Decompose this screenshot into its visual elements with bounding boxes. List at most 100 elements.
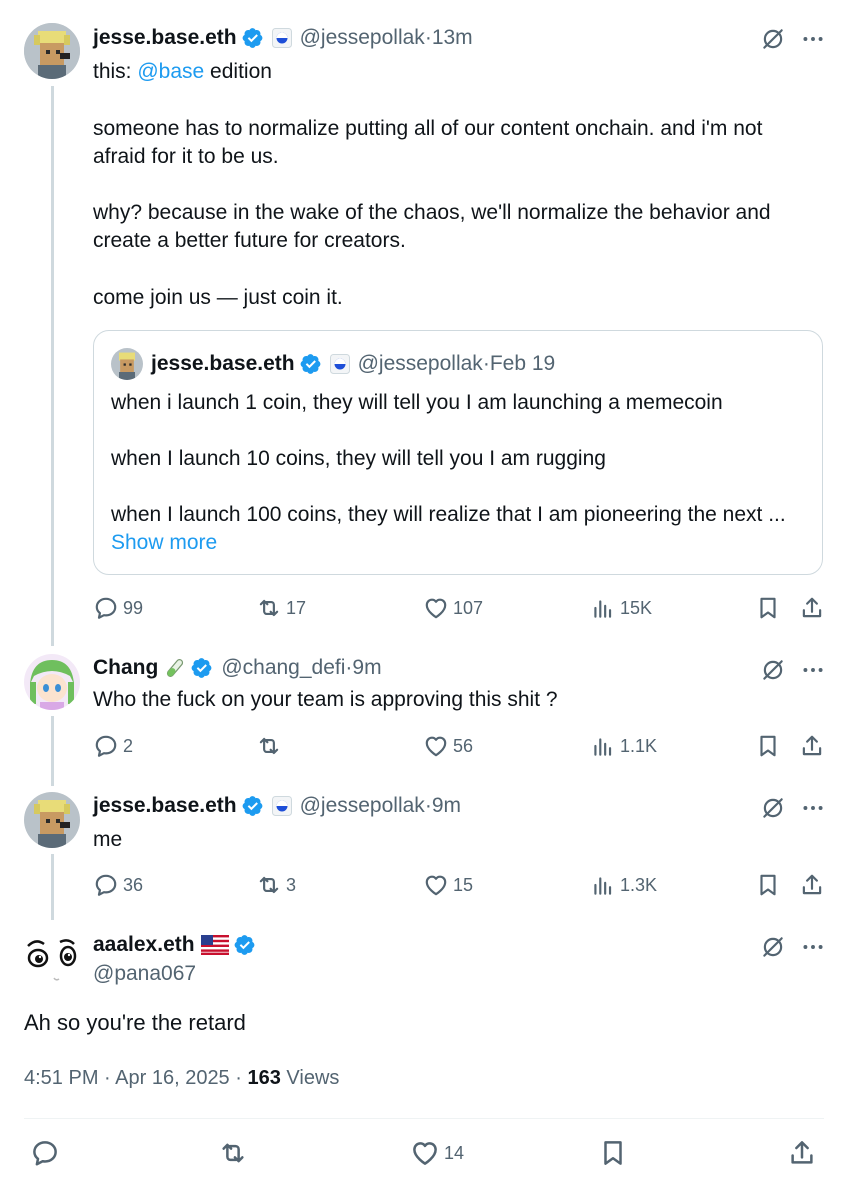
tweet-paragraph: someone has to normalize putting all of … bbox=[93, 117, 763, 168]
handle[interactable]: @chang_defi bbox=[221, 656, 345, 680]
repost-icon bbox=[256, 872, 282, 898]
repost-icon[interactable] bbox=[218, 1138, 248, 1168]
reply-icon bbox=[93, 733, 119, 759]
intro-text: this: bbox=[93, 60, 138, 83]
tweet-text: Who the fuck on your team is approving t… bbox=[93, 688, 558, 711]
handle[interactable]: @jessepollak bbox=[300, 26, 425, 50]
views-icon bbox=[590, 872, 616, 898]
share-icon[interactable] bbox=[799, 872, 825, 898]
reply-icon[interactable] bbox=[30, 1138, 60, 1168]
tweet-header: jesse.base.eth @jessepollak · 9m bbox=[93, 794, 461, 818]
bookmark-icon[interactable] bbox=[598, 1138, 628, 1168]
tweet-header: jesse.base.eth @jessepollak · 13m bbox=[93, 26, 473, 50]
views-button[interactable]: 1.1K bbox=[590, 733, 657, 759]
verified-badge-icon bbox=[242, 795, 264, 817]
grok-icon[interactable] bbox=[760, 934, 786, 960]
mention-link[interactable]: @base bbox=[137, 60, 204, 83]
reply-count: 2 bbox=[123, 735, 134, 756]
views-label: Views bbox=[280, 1067, 340, 1089]
timestamp[interactable]: 4:51 PM · Apr 16, 2025 · bbox=[24, 1067, 247, 1089]
quote-timestamp: Feb 19 bbox=[489, 352, 556, 375]
like-button[interactable]: 107 bbox=[423, 595, 483, 621]
timestamp[interactable]: 9m bbox=[432, 794, 461, 818]
grok-icon[interactable] bbox=[760, 657, 786, 683]
reply-icon bbox=[93, 595, 119, 621]
like-count: 14 bbox=[444, 1142, 465, 1163]
verified-badge-icon bbox=[191, 657, 213, 679]
views-count: 163 bbox=[247, 1067, 281, 1089]
intro-text: edition bbox=[204, 60, 272, 83]
tweet-text: Ah so you're the retard bbox=[24, 1010, 246, 1035]
reply-count: 36 bbox=[123, 874, 144, 895]
quote-display-name: jesse.base.eth bbox=[151, 352, 295, 375]
verified-badge-icon bbox=[242, 27, 264, 49]
tweet-paragraph: why? because in the wake of the chaos, w… bbox=[93, 201, 771, 252]
tweet-text: me bbox=[93, 828, 123, 851]
share-icon[interactable] bbox=[787, 1138, 817, 1168]
tweet-header: Chang @chang_defi · 9m bbox=[93, 656, 382, 680]
verified-badge-icon bbox=[300, 353, 322, 375]
bookmark-icon[interactable] bbox=[755, 733, 781, 759]
repost-button[interactable]: 17 bbox=[256, 595, 306, 621]
timestamp[interactable]: 9m bbox=[352, 656, 381, 680]
repost-count: 3 bbox=[286, 874, 297, 895]
reply-button[interactable]: 36 bbox=[93, 872, 143, 898]
quote-line: when I launch 100 coins, they will reali… bbox=[111, 503, 786, 526]
separator: · bbox=[424, 26, 432, 49]
avatar[interactable] bbox=[24, 654, 80, 710]
repost-count: 17 bbox=[286, 597, 307, 618]
thread-line bbox=[51, 854, 54, 920]
tweet-paragraph: come join us — just coin it. bbox=[93, 286, 343, 309]
like-button[interactable]: 56 bbox=[423, 733, 473, 759]
grok-icon[interactable] bbox=[760, 26, 786, 52]
repost-button[interactable] bbox=[256, 733, 286, 759]
avatar[interactable] bbox=[24, 930, 80, 986]
like-icon bbox=[423, 872, 449, 898]
reply-button[interactable]: 2 bbox=[93, 733, 133, 759]
handle[interactable]: @pana067 bbox=[93, 962, 196, 986]
more-icon[interactable] bbox=[800, 657, 826, 683]
display-name[interactable]: Chang bbox=[93, 656, 158, 680]
reply-icon bbox=[93, 872, 119, 898]
handle[interactable]: @jessepollak bbox=[300, 794, 425, 818]
views-count: 15K bbox=[620, 597, 653, 618]
display-name[interactable]: jesse.base.eth bbox=[93, 26, 237, 50]
tweet-intro: this: @base edition bbox=[93, 58, 813, 86]
display-name[interactable]: jesse.base.eth bbox=[93, 794, 237, 818]
us-flag-icon bbox=[200, 935, 229, 955]
more-icon[interactable] bbox=[800, 934, 826, 960]
timestamp[interactable]: 13m bbox=[432, 26, 473, 50]
thread-line bbox=[51, 716, 54, 786]
like-button[interactable]: 15 bbox=[423, 872, 473, 898]
like-count: 56 bbox=[453, 735, 474, 756]
repost-button[interactable]: 3 bbox=[256, 872, 296, 898]
views-icon bbox=[590, 733, 616, 759]
reply-button[interactable]: 99 bbox=[93, 595, 143, 621]
more-icon[interactable] bbox=[800, 26, 826, 52]
display-name[interactable]: aaalex.eth bbox=[93, 933, 195, 957]
tweet-meta: 4:51 PM · Apr 16, 2025 · 163 Views bbox=[24, 1067, 339, 1090]
bookmark-icon[interactable] bbox=[755, 872, 781, 898]
tweet-header: aaalex.eth bbox=[93, 933, 256, 957]
more-icon[interactable] bbox=[800, 795, 826, 821]
divider bbox=[24, 1118, 824, 1119]
grok-icon[interactable] bbox=[760, 795, 786, 821]
avatar[interactable] bbox=[24, 792, 80, 848]
show-more-link[interactable]: Show more bbox=[111, 529, 217, 557]
share-icon[interactable] bbox=[799, 595, 825, 621]
views-icon bbox=[590, 595, 616, 621]
quote-line: when I launch 10 coins, they will tell y… bbox=[111, 447, 606, 470]
views-count: 1.3K bbox=[620, 874, 658, 895]
avatar[interactable] bbox=[24, 23, 80, 79]
bookmark-icon[interactable] bbox=[755, 595, 781, 621]
views-button[interactable]: 15K bbox=[590, 595, 652, 621]
views-button[interactable]: 1.3K bbox=[590, 872, 657, 898]
quote-header: jesse.base.eth @jessepollak · Feb 19 bbox=[151, 352, 555, 376]
separator: · bbox=[424, 794, 432, 817]
separator: · bbox=[482, 352, 490, 375]
like-icon bbox=[423, 595, 449, 621]
affiliate-badge-icon bbox=[330, 354, 350, 374]
test-tube-icon bbox=[167, 659, 184, 677]
share-icon[interactable] bbox=[799, 733, 825, 759]
like-button[interactable]: 14 bbox=[410, 1138, 464, 1168]
